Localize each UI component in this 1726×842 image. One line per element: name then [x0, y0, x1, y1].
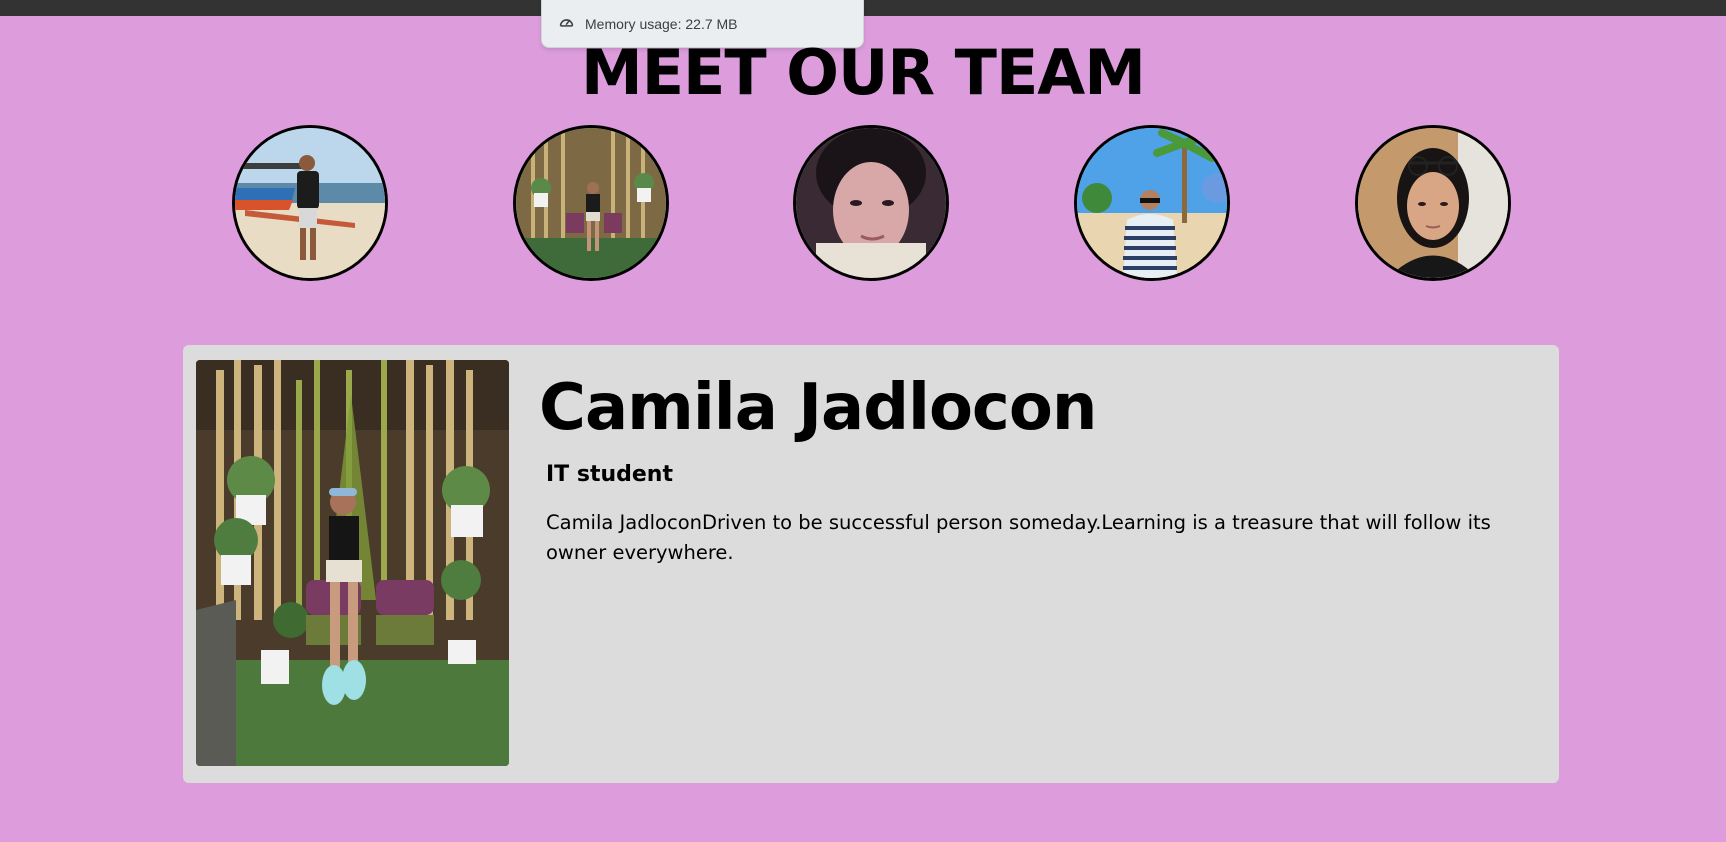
photo-woman-glasses [1358, 128, 1508, 278]
team-member-avatar-4[interactable] [1074, 125, 1230, 281]
member-role: IT student [546, 462, 673, 487]
page-title: MEET OUR TEAM [581, 36, 1146, 109]
photo-woman-selfie [796, 128, 946, 278]
memory-usage-text: Memory usage: 22.7 MB [585, 15, 738, 32]
team-member-avatar-3[interactable] [793, 125, 949, 281]
team-member-avatar-1[interactable] [232, 125, 388, 281]
team-member-avatar-2[interactable] [513, 125, 669, 281]
photo-woman-bamboo-garden [516, 128, 666, 278]
profile-photo [196, 360, 509, 766]
photo-man-palm-beach [1077, 128, 1227, 278]
photo-woman-bamboo-garden-large [196, 360, 509, 766]
profile-card: Camila Jadlocon IT student Camila Jadloc… [183, 345, 1559, 783]
team-member-avatar-5[interactable] [1355, 125, 1511, 281]
speedometer-icon [558, 14, 575, 34]
member-name: Camila Jadlocon [539, 371, 1097, 445]
photo-man-beach-boats [235, 128, 385, 278]
member-bio: Camila JadloconDriven to be successful p… [546, 511, 1491, 564]
